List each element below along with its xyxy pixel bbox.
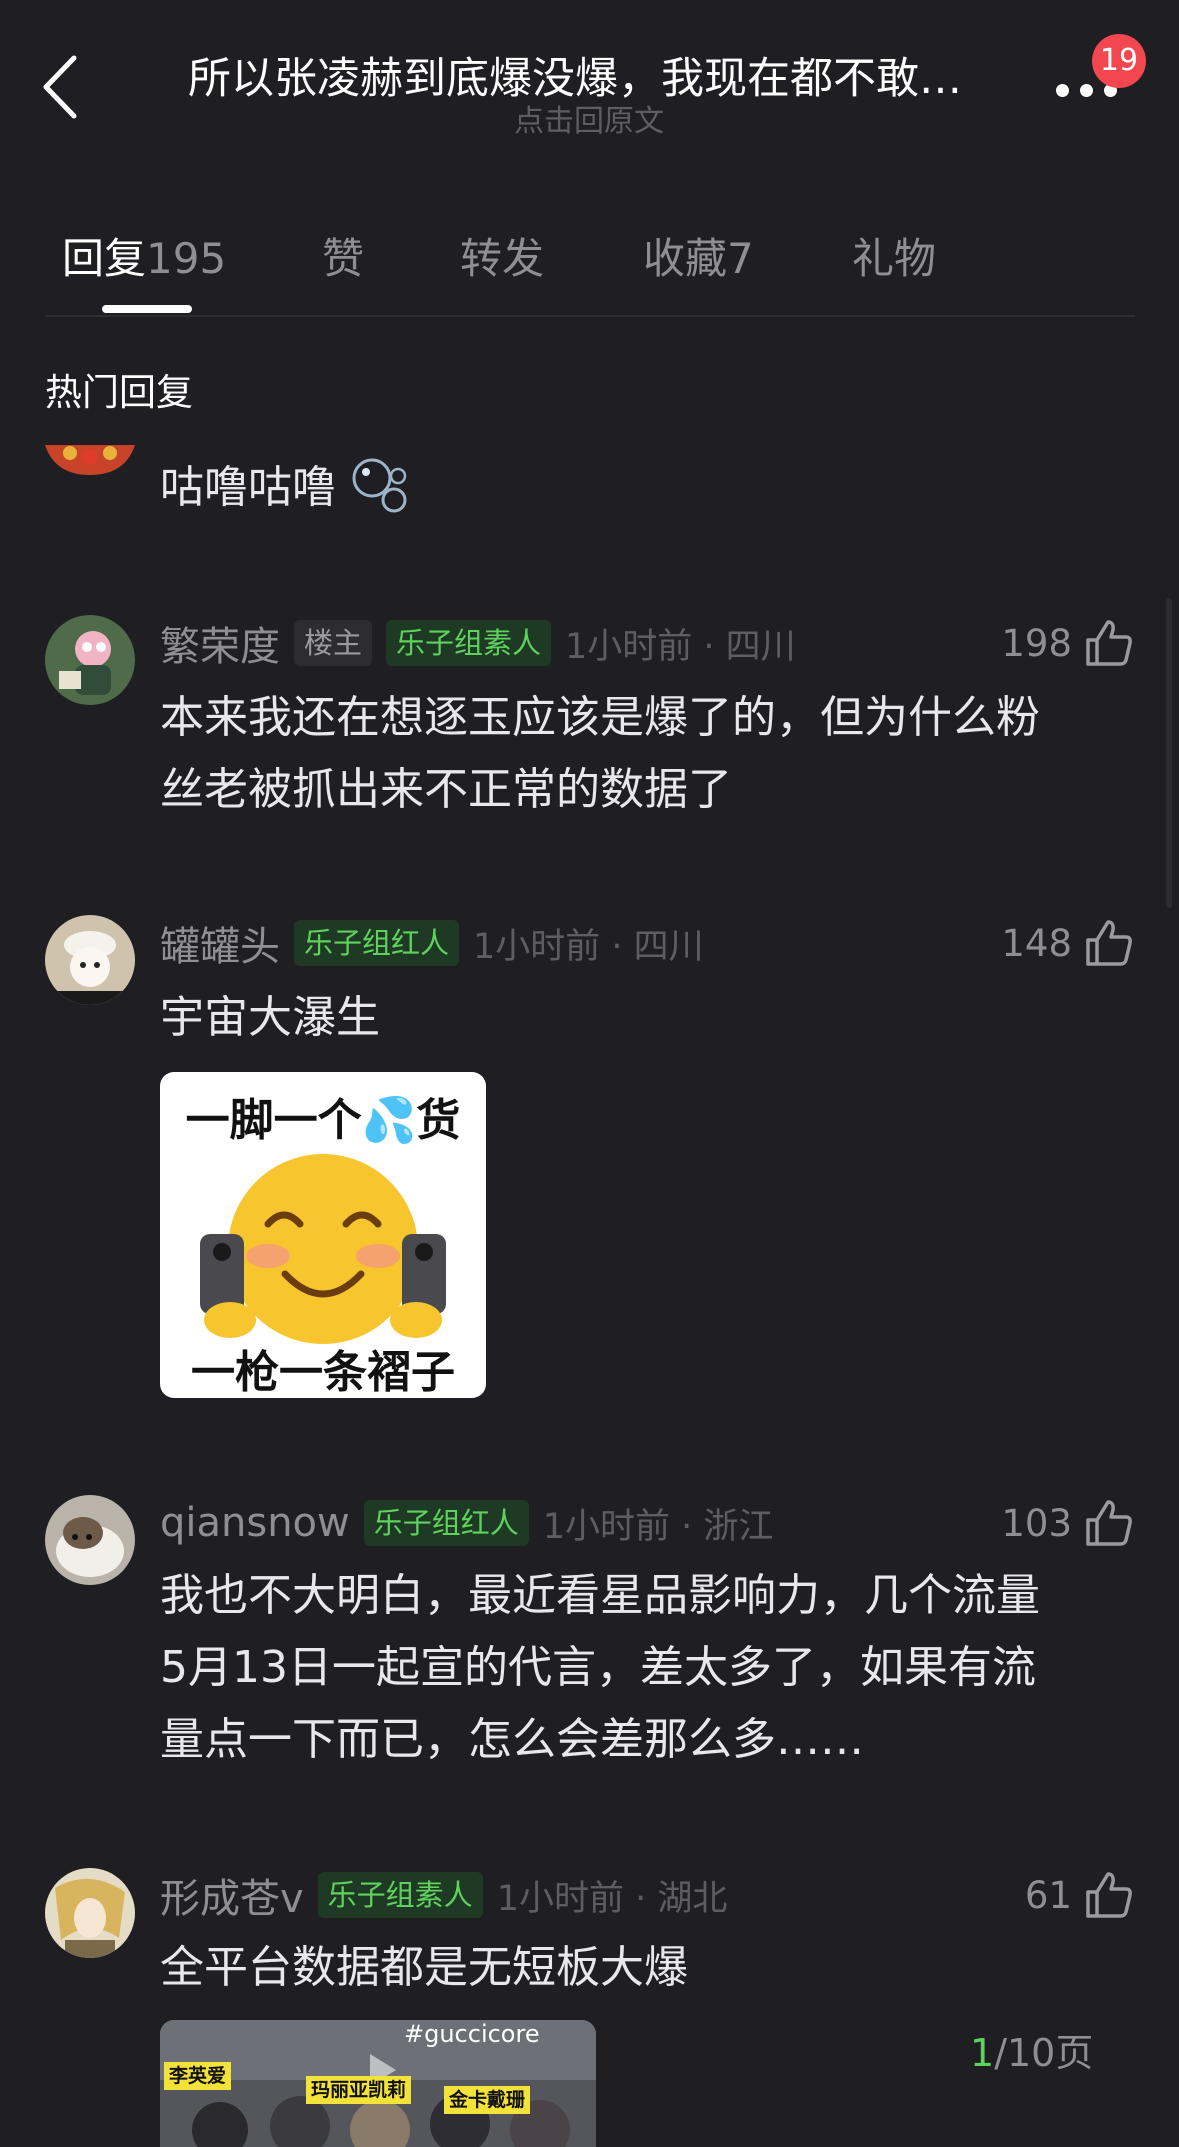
like-count: 198 <box>1001 621 1072 665</box>
avatar[interactable] <box>45 1495 135 1585</box>
comment-text-line: 全平台数据都是无短板大爆 <box>160 1942 688 1993</box>
like-count: 103 <box>1001 1501 1072 1545</box>
comment-meta: 罐罐头 乐子组红人 1小时前 · 四川 <box>160 918 704 970</box>
sticker-bottom-text: 一枪一条褶子 <box>191 1347 455 1398</box>
group-badge: 乐子组红人 <box>294 920 460 966</box>
chevron-left-icon <box>43 55 77 119</box>
comment-text-line: 本来我还在想逐玉应该是爆了的，但为什么粉 <box>160 692 1040 743</box>
comment-text: 我也不大明白，最近看星品影响力，几个流量 5月13日一起宣的代言，差太多了，如果… <box>160 1560 1140 1776</box>
avatar-image <box>45 1495 135 1585</box>
like-count: 148 <box>1001 921 1072 965</box>
avatar-image <box>45 615 135 705</box>
video-name-label: 李英爱 <box>164 2062 232 2090</box>
divider <box>45 315 1135 317</box>
comment-text: 咕噜咕噜 <box>160 452 1140 524</box>
like-button[interactable]: 61 <box>1025 1865 1134 1925</box>
tab-label: 收藏 <box>643 234 728 283</box>
owner-badge: 楼主 <box>294 620 373 666</box>
sticker-image[interactable]: 一脚一个💦货 一枪一条褶子 <box>160 1072 486 1398</box>
comment-text: 全平台数据都是无短板大爆 <box>160 1932 1140 2004</box>
thumbs-up-icon <box>1086 1500 1132 1546</box>
video-name-label: 金卡戴珊 <box>444 2086 531 2114</box>
bubbles-icon <box>352 458 407 513</box>
comment-text-line: 咕噜咕噜 <box>160 462 336 513</box>
tab-gifts[interactable]: 礼物 <box>852 225 936 286</box>
comment-meta: 繁荣度 楼主 乐子组素人 1小时前 · 四川 <box>160 618 796 670</box>
like-button[interactable]: 198 <box>1001 613 1134 673</box>
tab-label: 礼物 <box>852 234 937 283</box>
tab-bar: 回复195 赞 转发 收藏7 礼物 <box>0 215 1179 315</box>
tab-favorites[interactable]: 收藏7 <box>643 225 754 286</box>
avatar[interactable] <box>45 615 135 705</box>
post-replies-page: 所以张凌赫到底爆没爆，我现在都不敢… 点击回原文 19 回复195 赞 转发 收… <box>0 0 1179 2147</box>
avatar[interactable] <box>45 445 135 475</box>
comment-text: 宇宙大瀑生 <box>160 982 1140 1054</box>
notification-badge: 19 <box>1092 34 1146 88</box>
comment-text: 本来我还在想逐玉应该是爆了的，但为什么粉 丝老被抓出来不正常的数据了 <box>160 682 1140 826</box>
tab-replies[interactable]: 回复195 <box>62 225 226 286</box>
like-button[interactable]: 148 <box>1001 913 1134 973</box>
tab-reposts[interactable]: 转发 <box>460 225 544 286</box>
time-location: 1小时前 · 四川 <box>565 626 796 667</box>
time-location: 1小时前 · 湖北 <box>496 1878 728 1919</box>
group-badge: 乐子组红人 <box>363 1500 529 1546</box>
group-badge: 乐子组素人 <box>386 620 552 666</box>
time-location: 1小时前 · 四川 <box>473 926 704 967</box>
back-to-original-link[interactable]: 点击回原文 <box>150 96 1028 140</box>
back-button[interactable] <box>40 52 100 132</box>
video-hashtag: #guccicore <box>404 2020 540 2048</box>
comment-text-line: 5月13日一起宣的代言，差太多了，如果有流 <box>160 1642 1036 1693</box>
comment-text-line: 我也不大明白，最近看星品影响力，几个流量 <box>160 1570 1040 1621</box>
username[interactable]: qiansnow <box>160 1500 350 1546</box>
video-name-label: 玛丽亚凯莉 <box>306 2076 412 2104</box>
tab-count: 7 <box>727 234 754 283</box>
active-tab-indicator <box>102 305 192 313</box>
time-location: 1小时前 · 浙江 <box>542 1506 774 1547</box>
avatar-image <box>45 915 135 1005</box>
username[interactable]: 繁荣度 <box>160 614 280 672</box>
avatar-image <box>45 1868 135 1958</box>
avatar-image <box>45 445 135 475</box>
comment-meta: qiansnow 乐子组红人 1小时前 · 浙江 <box>160 1498 773 1548</box>
section-title: 热门回复 <box>45 371 193 414</box>
comment-text-line: 丝老被抓出来不正常的数据了 <box>160 764 732 815</box>
page-indicator[interactable]: 1/10页 <box>970 2022 1093 2077</box>
current-page: 1 <box>970 2031 995 2075</box>
tab-likes[interactable]: 赞 <box>322 225 364 286</box>
tab-label: 回复 <box>62 234 147 283</box>
like-count: 61 <box>1024 1873 1072 1917</box>
more-dots-icon <box>1056 84 1069 97</box>
more-dot <box>1080 84 1093 97</box>
smiley-with-guns-icon <box>200 1154 446 1344</box>
group-badge: 乐子组素人 <box>317 1872 483 1918</box>
avatar[interactable] <box>45 1868 135 1958</box>
username[interactable]: 形成苍v <box>160 1866 304 1924</box>
video-thumbnail[interactable]: #guccicore 李英爱 玛丽亚凯莉 金卡戴珊 <box>160 2020 596 2147</box>
tab-label: 转发 <box>460 234 545 283</box>
comment-meta: 形成苍v 乐子组素人 1小时前 · 湖北 <box>160 1870 728 1922</box>
comment-text-line: 宇宙大瀑生 <box>160 992 380 1043</box>
thumbs-up-icon <box>1086 620 1132 666</box>
like-button[interactable]: 103 <box>1001 1493 1134 1553</box>
header: 所以张凌赫到底爆没爆，我现在都不敢… 点击回原文 19 <box>0 0 1179 150</box>
total-pages: /10页 <box>994 2031 1094 2075</box>
tab-count: 195 <box>146 234 227 283</box>
tab-label: 赞 <box>322 234 365 283</box>
scrollbar[interactable] <box>1166 598 1172 908</box>
thumbs-up-icon <box>1086 1872 1132 1918</box>
thumbs-up-icon <box>1086 920 1132 966</box>
comment-text-line: 量点一下而已，怎么会差那么多…… <box>160 1714 864 1765</box>
username[interactable]: 罐罐头 <box>160 914 280 972</box>
avatar[interactable] <box>45 915 135 1005</box>
